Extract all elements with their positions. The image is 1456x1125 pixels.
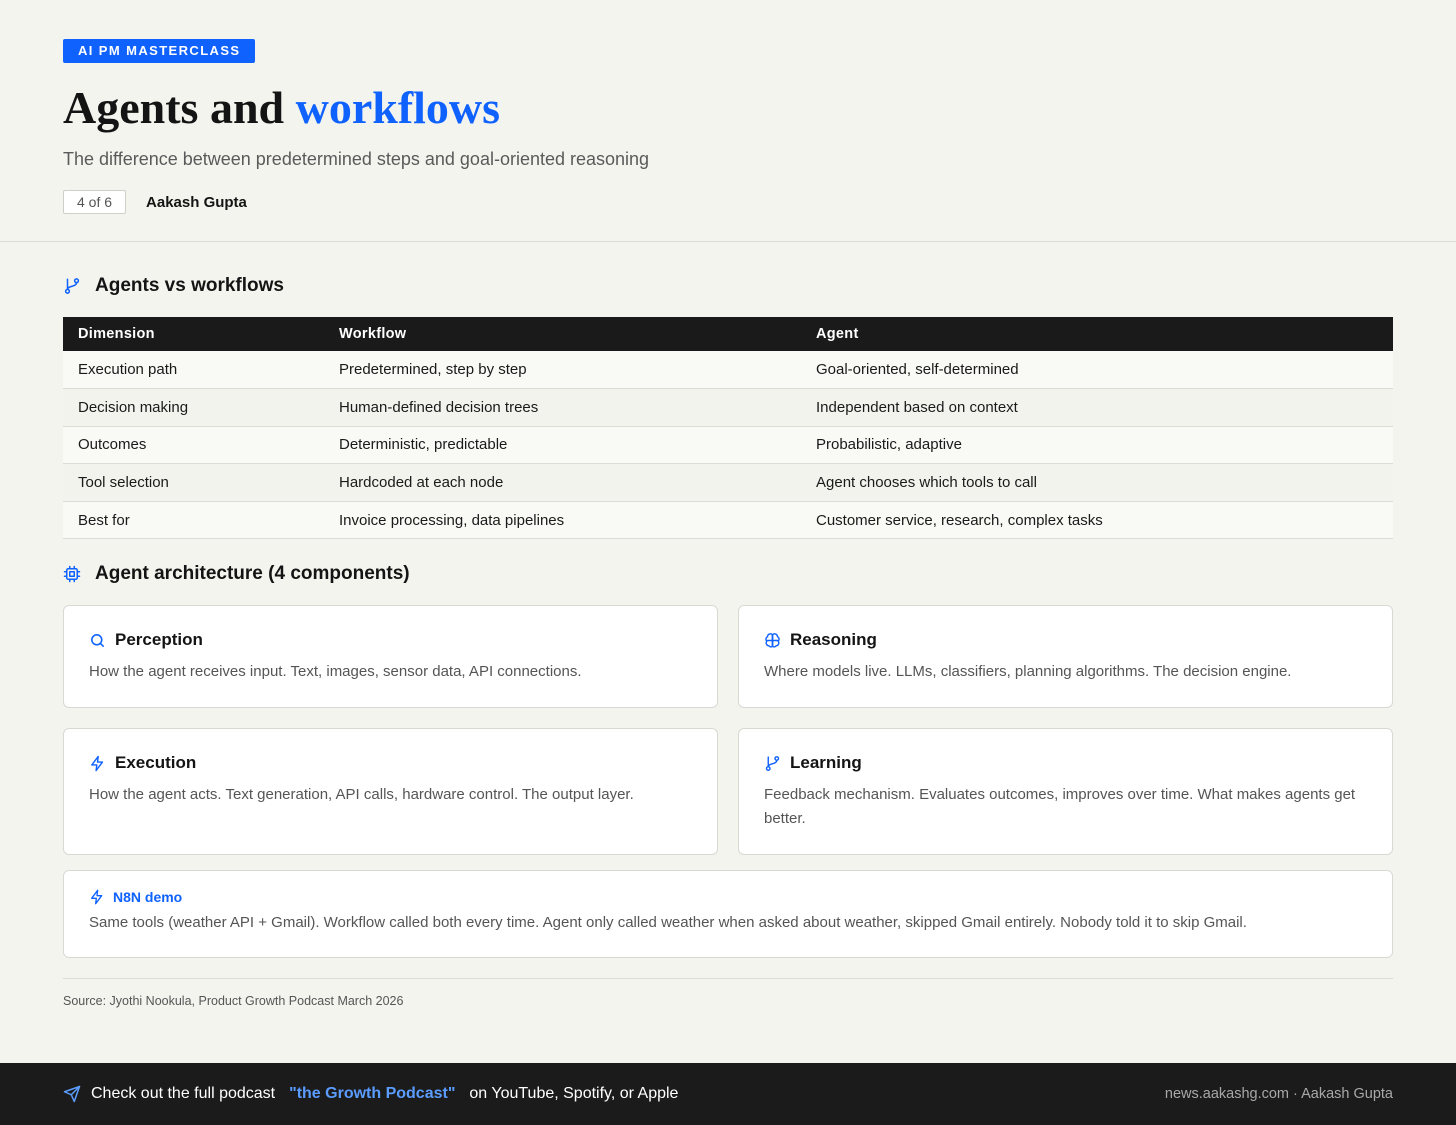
- table-cell: Execution path: [63, 351, 324, 390]
- table-cell: Goal-oriented, self-determined: [801, 351, 1393, 390]
- column-header: Workflow: [339, 326, 407, 342]
- table-cell: Agent chooses which tools to call: [801, 463, 1393, 502]
- component-card-perception: Perception How the agent receives input.…: [63, 605, 718, 709]
- podcast-link[interactable]: "the Growth Podcast": [289, 1085, 455, 1103]
- author-name: Aakash Gupta: [146, 193, 247, 211]
- lightning-icon: [89, 755, 106, 772]
- component-card-execution: Execution How the agent acts. Text gener…: [63, 728, 718, 856]
- demo-text: Same tools (weather API + Gmail). Workfl…: [89, 914, 1247, 932]
- comparison-table: Dimension Workflow Agent Execution path …: [63, 317, 1393, 540]
- course-badge: AI PM MASTERCLASS: [63, 39, 256, 63]
- page-title: Agents and workflows: [63, 81, 1393, 135]
- search-icon: [89, 632, 106, 649]
- page-header: AI PM MASTERCLASS Agents and workflows T…: [0, 0, 1456, 242]
- card-text: Where models live. LLMs, classifiers, pl…: [764, 663, 1292, 681]
- demo-title: N8N demo: [113, 889, 183, 906]
- git-branch-icon: [63, 277, 81, 295]
- component-card-reasoning: Reasoning Where models live. LLMs, class…: [738, 605, 1393, 709]
- meta-row: 4 of 6 Aakash Gupta: [63, 190, 1393, 214]
- main-content: Agents vs workflows Dimension Workflow A…: [0, 275, 1456, 1008]
- brain-icon: [764, 632, 781, 649]
- lightning-icon: [89, 889, 105, 905]
- table-row: Best for Invoice processing, data pipeli…: [63, 501, 1393, 540]
- section-heading-architecture: Agent architecture (4 components): [63, 563, 1393, 585]
- section-heading-comparison: Agents vs workflows: [63, 275, 1393, 297]
- table-cell: Human-defined decision trees: [324, 388, 801, 427]
- table-row: Decision making Human-defined decision t…: [63, 388, 1393, 427]
- table-cell: Invoice processing, data pipelines: [324, 501, 801, 540]
- table-cell: Deterministic, predictable: [324, 426, 801, 465]
- table-cell: Outcomes: [63, 426, 324, 465]
- component-card-learning: Learning Feedback mechanism. Evaluates o…: [738, 728, 1393, 856]
- table-cell: Best for: [63, 501, 324, 540]
- card-title: Learning: [790, 753, 862, 773]
- table-cell: Independent based on context: [801, 388, 1393, 427]
- table-row: Tool selection Hardcoded at each node Ag…: [63, 463, 1393, 502]
- page-subtitle: The difference between predetermined ste…: [63, 149, 650, 169]
- table-cell: Probabilistic, adaptive: [801, 426, 1393, 465]
- page-counter: 4 of 6: [63, 190, 127, 214]
- card-text: How the agent receives input. Text, imag…: [89, 663, 582, 681]
- footer-bar: Check out the full podcast "the Growth P…: [0, 1063, 1456, 1125]
- title-plain: Agents and: [63, 82, 285, 133]
- table-cell: Predetermined, step by step: [324, 351, 801, 390]
- card-title: Execution: [115, 753, 197, 773]
- demo-callout: N8N demo Same tools (weather API + Gmail…: [63, 870, 1393, 959]
- table-row: Outcomes Deterministic, predictable Prob…: [63, 426, 1393, 465]
- source-citation: Source: Jyothi Nookula, Product Growth P…: [63, 978, 1393, 1008]
- card-text: How the agent acts. Text generation, API…: [89, 786, 634, 804]
- section-title: Agents vs workflows: [95, 275, 284, 296]
- card-title: Perception: [115, 630, 203, 650]
- section-title: Agent architecture (4 components): [95, 563, 410, 585]
- footer-credit: news.aakashg.com · Aakash Gupta: [1164, 1086, 1393, 1102]
- card-title: Reasoning: [790, 630, 877, 650]
- cpu-chip-icon: [63, 565, 81, 583]
- table-cell: Hardcoded at each node: [324, 463, 801, 502]
- table-row: Execution path Predetermined, step by st…: [63, 351, 1393, 390]
- column-header: Agent: [816, 326, 859, 342]
- podcast-promo: Check out the full podcast "the Growth P…: [63, 1085, 678, 1103]
- table-cell: Customer service, research, complex task…: [801, 501, 1393, 540]
- card-text: Feedback mechanism. Evaluates outcomes, …: [764, 786, 1356, 828]
- table-cell: Decision making: [63, 388, 324, 427]
- send-icon: [63, 1085, 81, 1103]
- table-header-row: Dimension Workflow Agent: [63, 317, 1393, 351]
- table-cell: Tool selection: [63, 463, 324, 502]
- promo-suffix: on YouTube, Spotify, or Apple: [469, 1085, 679, 1102]
- promo-prefix: Check out the full podcast: [91, 1085, 276, 1102]
- column-header: Dimension: [78, 326, 155, 342]
- title-accent: workflows: [295, 82, 501, 133]
- git-branch-icon: [764, 755, 781, 772]
- architecture-grid: Perception How the agent receives input.…: [63, 605, 1393, 856]
